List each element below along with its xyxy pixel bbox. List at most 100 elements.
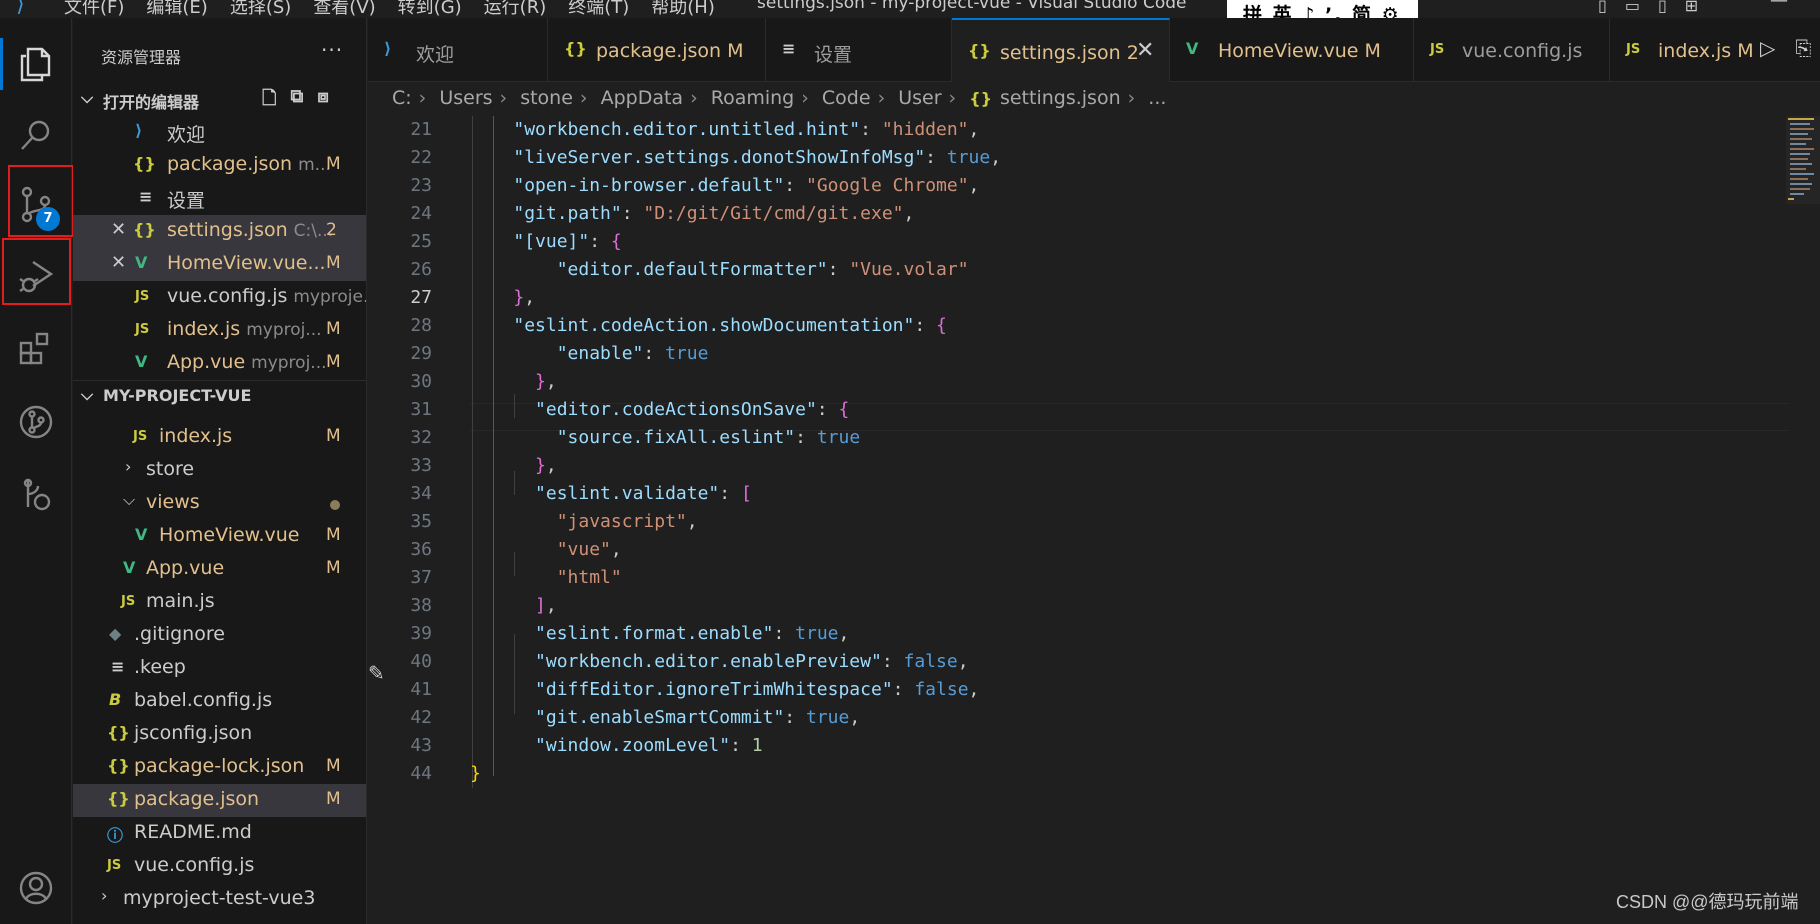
open-editor-homeview[interactable]: ✕ V HomeView.vue... M [73, 248, 366, 281]
watermark: CSDN @@德玛玩前端 [1616, 892, 1799, 912]
menu-go[interactable]: 转到(G) [398, 0, 462, 18]
code-line: "html" [556, 567, 622, 588]
code-line: "git.enableSmartCommit": true, [535, 707, 861, 728]
vue-file-icon: V [1186, 39, 1199, 58]
breadcrumb-item-symbols[interactable]: ... [1148, 87, 1166, 109]
tree-folder-store[interactable]: › store [73, 454, 366, 487]
tree-item-index-js[interactable]: JS index.js M [73, 421, 366, 454]
run-icon[interactable]: ▷ [1760, 36, 1775, 60]
tree-item-homeview[interactable]: V HomeView.vue M [73, 520, 366, 553]
line-number: 44 [410, 763, 432, 784]
tab-settings-ui[interactable]: ≡ 设置 [766, 18, 952, 81]
remote-explorer-icon[interactable] [0, 462, 72, 526]
close-all-icon[interactable]: ⧈ [317, 86, 328, 116]
close-icon[interactable]: ✕ [111, 219, 126, 240]
open-editor-vue-config[interactable]: JS vue.config.jsmyproje... [73, 281, 366, 314]
line-number: 29 [410, 343, 432, 364]
json-file-icon: {} [107, 723, 130, 742]
ime-toolbar[interactable]: 拼 英 ♪ ’, 简 ⚙ ⁚ [1227, 0, 1418, 18]
open-editor-app-vue[interactable]: V App.vue myproj... M [73, 347, 366, 380]
tab-homeview[interactable]: V HomeView.vue M [1170, 18, 1414, 81]
breadcrumb-item[interactable]: User [898, 87, 941, 109]
breadcrumb-item[interactable]: Roaming [711, 87, 795, 109]
code-line: "enable": true [556, 343, 709, 364]
menu-terminal[interactable]: 终端(T) [568, 0, 629, 18]
window-title: settings.json - my-project-vue - Visual … [757, 0, 1187, 13]
menu-file[interactable]: 文件(F) [64, 0, 124, 18]
tab-vue-config[interactable]: JS vue.config.js [1414, 18, 1610, 81]
tree-item-keep[interactable]: ≡ .keep [73, 652, 366, 685]
menu-selection[interactable]: 选择(S) [230, 0, 291, 18]
line-number: 39 [410, 623, 432, 644]
tree-item-vue-config[interactable]: JS vue.config.js [73, 850, 366, 883]
tree-folder-views[interactable]: ⌵ views [73, 487, 366, 520]
toggle-panel-icon[interactable]: ▭ [1625, 0, 1640, 15]
line-number: 21 [410, 119, 432, 140]
open-editor-settings-ui[interactable]: ≡ 设置 [73, 182, 366, 215]
search-icon[interactable] [0, 104, 72, 168]
close-icon[interactable]: ✕ [111, 252, 126, 273]
breadcrumb-item-file[interactable]: settings.json [1000, 87, 1121, 109]
tree-item-package-lock[interactable]: {} package-lock.json M [73, 751, 366, 784]
tree-item-babel-config[interactable]: B babel.config.js [73, 685, 366, 718]
tree-item-gitignore[interactable]: ◆ .gitignore [73, 619, 366, 652]
more-actions-icon[interactable]: ··· [321, 38, 343, 62]
open-editor-index-js[interactable]: JS index.js myproj... M [73, 314, 366, 347]
project-folder-header[interactable]: ⌵ MY-PROJECT-VUE [73, 380, 366, 410]
tree-item-readme[interactable]: ⓘ README.md [73, 817, 366, 850]
json-file-icon: {} [107, 756, 130, 775]
vscode-logo-icon: ⟩ [16, 0, 25, 17]
code-line: "window.zoomLevel": 1 [535, 735, 763, 756]
menu-help[interactable]: 帮助(H) [651, 0, 715, 18]
open-editor-welcome[interactable]: ⟩ 欢迎 [73, 116, 366, 149]
new-untitled-file-icon[interactable]: 🗋 [262, 86, 276, 116]
menu-edit[interactable]: 编辑(E) [146, 0, 207, 18]
toggle-sidebar-icon[interactable]: ▯ [1598, 0, 1607, 15]
tab-settings-json[interactable]: {} settings.json 2 ✕ [952, 18, 1170, 82]
open-editor-package-json[interactable]: {} package.json m... M [73, 149, 366, 182]
toggle-secondary-sidebar-icon[interactable]: ▯ [1658, 0, 1667, 15]
chevron-down-icon: ⌵ [123, 490, 136, 509]
editor-actions: ▷ ⎘ [1760, 36, 1811, 60]
line-number: 24 [410, 203, 432, 224]
breadcrumb-item[interactable]: AppData [601, 87, 684, 109]
git-graph-icon[interactable] [0, 390, 72, 454]
breadcrumb-item[interactable]: Users [439, 87, 492, 109]
open-editors-header[interactable]: ⌵ 打开的编辑器 🗋 ⧉ ⧈ [73, 84, 366, 116]
open-editor-settings-json[interactable]: ✕ {} settings.json C:\... 2 [73, 215, 366, 248]
settings-list-icon: ≡ [139, 187, 153, 206]
explorer-icon[interactable] [0, 32, 72, 96]
menu-run[interactable]: 运行(R) [484, 0, 547, 18]
js-file-icon: JS [107, 858, 122, 873]
tab-welcome[interactable]: ⟩ 欢迎 [368, 18, 548, 81]
close-icon[interactable]: ✕ [1136, 38, 1154, 63]
extensions-icon[interactable] [0, 316, 72, 380]
json-file-icon: {} [107, 789, 130, 808]
save-all-icon[interactable]: ⧉ [290, 86, 303, 116]
tab-package-json[interactable]: {} package.json M [548, 18, 766, 81]
chevron-right-icon: › [125, 457, 132, 476]
vue-file-icon: V [135, 253, 148, 272]
customize-layout-icon[interactable]: ⊞ [1685, 0, 1698, 15]
tree-item-main-js[interactable]: JS main.js [73, 586, 366, 619]
indent-guide [514, 634, 515, 714]
accounts-icon[interactable] [0, 856, 72, 920]
tree-item-package-json[interactable]: {} package.json M [73, 784, 366, 817]
tab-index-js[interactable]: JS index.js M [1610, 18, 1754, 81]
vscode-icon: ⟩ [135, 121, 143, 140]
tree-item-app-vue[interactable]: V App.vue M [73, 553, 366, 586]
breadcrumb-item[interactable]: Code [822, 87, 871, 109]
open-changes-icon[interactable]: ⎘ [1795, 36, 1811, 60]
minimize-button[interactable]: — [1770, 0, 1788, 11]
tree-folder-myproject-test-vue3[interactable]: › myproject-test-vue3 [73, 883, 366, 916]
tree-item-jsconfig[interactable]: {} jsconfig.json [73, 718, 366, 751]
breadcrumb-item[interactable]: C: [392, 87, 412, 109]
minimap[interactable] [1786, 116, 1820, 204]
js-file-icon: JS [1626, 42, 1641, 57]
menu-view[interactable]: 查看(V) [313, 0, 375, 18]
text-file-icon: ≡ [111, 657, 125, 676]
json-file-icon: {} [564, 39, 587, 58]
code-line: }, [513, 287, 536, 308]
code-editor[interactable]: 21 22 23 24 25 26 27 28 29 30 31 32 33 3… [368, 116, 1820, 924]
breadcrumb-item[interactable]: stone [520, 87, 573, 109]
